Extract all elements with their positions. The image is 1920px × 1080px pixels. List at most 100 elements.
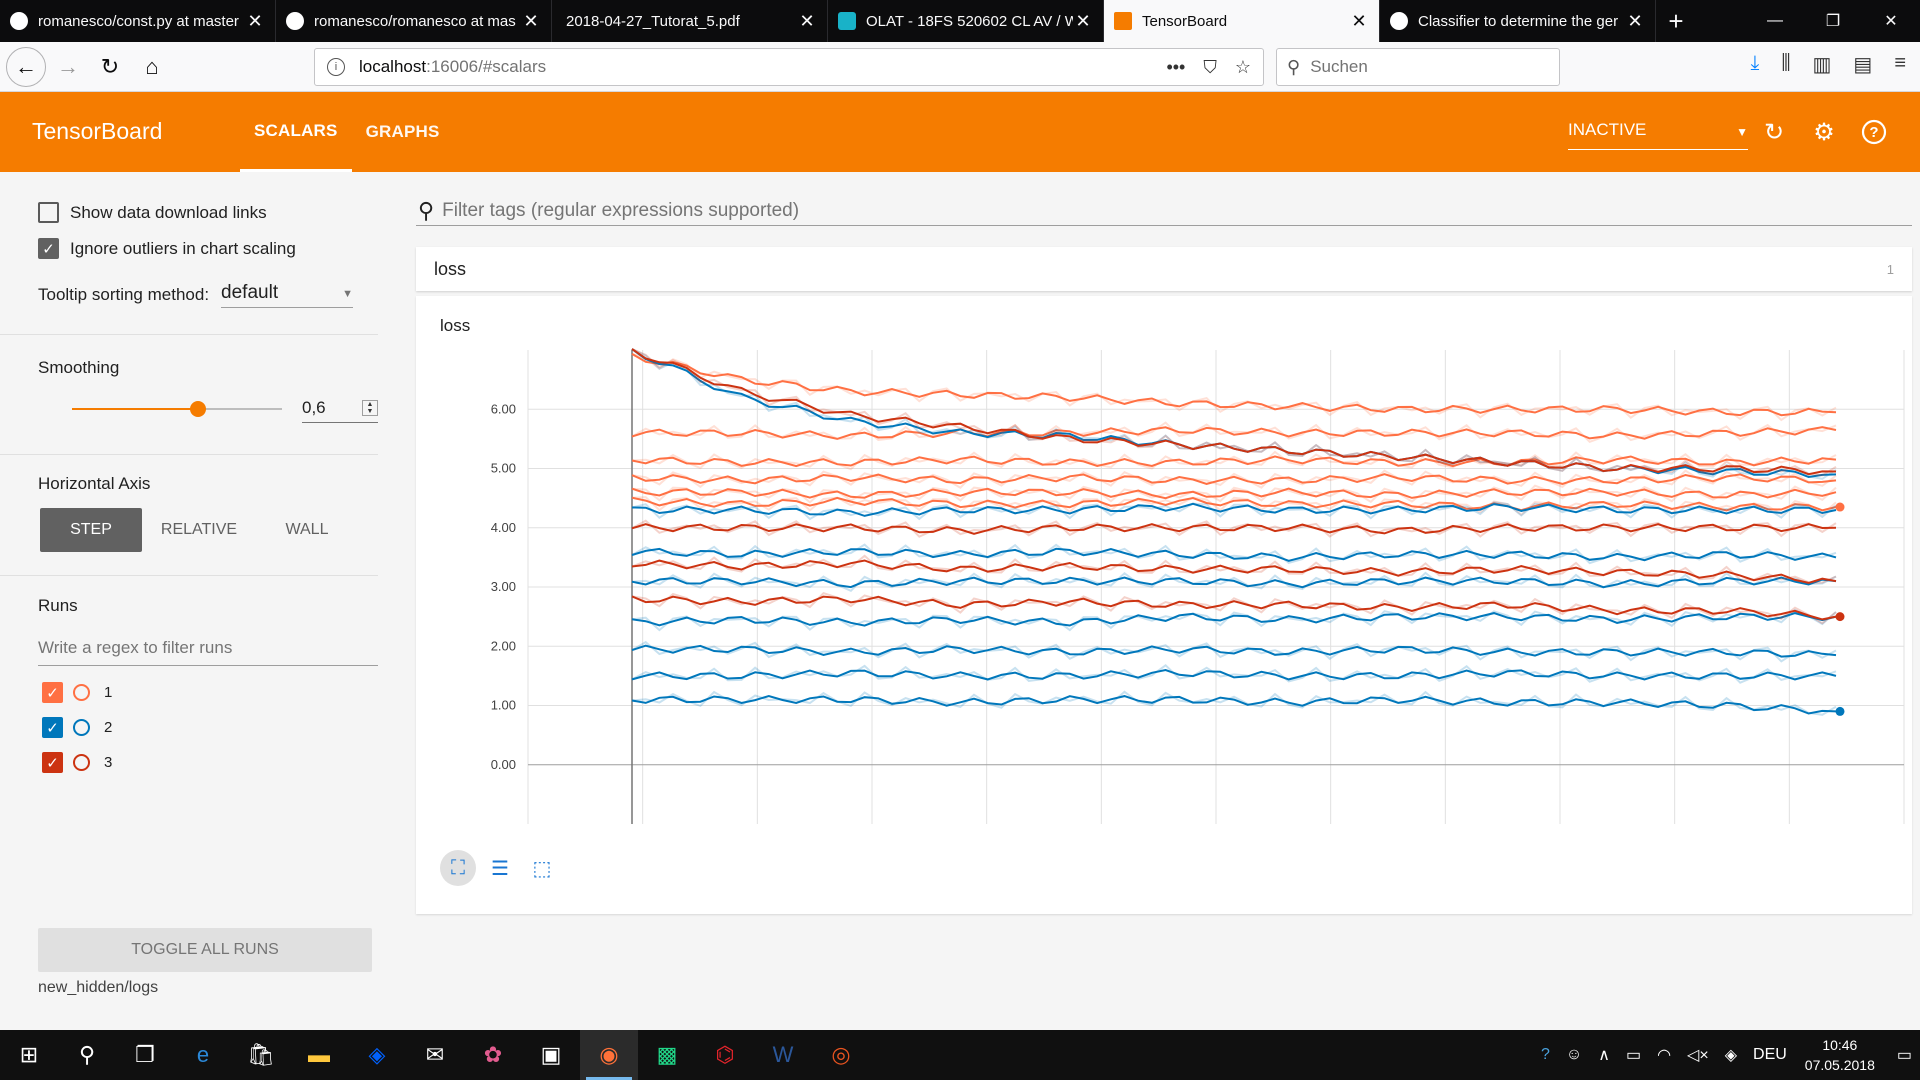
edge-icon[interactable]: e	[174, 1030, 232, 1080]
toggle-all-runs-button[interactable]: TOGGLE ALL RUNS	[38, 928, 372, 972]
browser-tab[interactable]: romanesco/const.py at master ✕	[0, 0, 276, 42]
browser-tab[interactable]: OLAT - 18FS 520602 CL AV / W ✕	[828, 0, 1104, 42]
task-view-icon[interactable]: ❐	[116, 1030, 174, 1080]
log-scale-icon[interactable]: ☰	[482, 850, 518, 886]
minimize-button[interactable]: —	[1746, 0, 1804, 42]
y-tick-label: 2.00	[491, 638, 516, 653]
browser-tab[interactable]: Classifier to determine the ger ✕	[1380, 0, 1656, 42]
dropbox-icon[interactable]: ◈	[348, 1030, 406, 1080]
reader-icon[interactable]: ▤	[1853, 52, 1872, 77]
browser-tab[interactable]: 2018-04-27_Tutorat_5.pdf ✕	[552, 0, 828, 42]
run-item[interactable]: ✓ 1	[42, 682, 112, 703]
help-icon[interactable]: ?	[1541, 1046, 1550, 1064]
star-icon[interactable]: ☆	[1235, 57, 1251, 78]
help-icon[interactable]: ?	[1860, 118, 1888, 146]
store-icon[interactable]: 🛍	[232, 1030, 290, 1080]
fit-domain-icon[interactable]: ⬚	[524, 850, 560, 886]
run-filter-input[interactable]: Write a regex to filter runs	[38, 638, 378, 666]
gear-icon[interactable]: ⚙	[1810, 118, 1838, 146]
tab-scalars[interactable]: SCALARS	[240, 92, 352, 172]
people-icon[interactable]: ☺	[1566, 1046, 1582, 1064]
smoothing-input[interactable]: 0,6 ▲ ▼	[302, 398, 378, 423]
horizontal-axis-label: Horizontal Axis	[38, 474, 151, 493]
notifications-icon[interactable]: ▭	[1897, 1045, 1912, 1065]
inactive-dropdown[interactable]: INACTIVE ▼	[1568, 120, 1748, 150]
divider	[0, 454, 378, 455]
run-item[interactable]: ✓ 2	[42, 717, 112, 738]
github-icon	[1390, 12, 1408, 30]
smoothing-slider[interactable]	[72, 401, 282, 417]
url-bar[interactable]: i localhost:16006/#scalars ••• ⛉ ☆	[314, 48, 1264, 86]
file-explorer-icon[interactable]: ▬	[290, 1030, 348, 1080]
close-icon[interactable]: ✕	[797, 11, 817, 32]
windows-start-icon[interactable]: ⊞	[0, 1030, 58, 1080]
browser-tab-active[interactable]: TensorBoard ✕	[1104, 0, 1380, 42]
word-icon[interactable]: W	[754, 1030, 812, 1080]
run-item[interactable]: ✓ 3	[42, 752, 112, 773]
close-icon[interactable]: ✕	[1073, 11, 1093, 32]
wifi-icon[interactable]: ◠	[1657, 1045, 1671, 1065]
download-icon[interactable]: ⤓	[1750, 52, 1759, 77]
axis-step-button[interactable]: STEP	[40, 508, 142, 552]
divider	[0, 334, 378, 335]
tab-graphs[interactable]: GRAPHS	[352, 92, 454, 172]
close-icon[interactable]: ✕	[245, 11, 265, 32]
pocket-icon[interactable]: ⛉	[1203, 57, 1217, 78]
browser-tab[interactable]: romanesco/romanesco at mas ✕	[276, 0, 552, 42]
show-download-links-checkbox[interactable]	[38, 202, 59, 223]
caret-down-icon: ▼	[1736, 125, 1748, 139]
clock[interactable]: 10:46 07.05.2018	[1805, 1035, 1875, 1075]
category-header[interactable]: loss 1	[416, 247, 1912, 291]
run-checkbox[interactable]: ✓	[42, 717, 63, 738]
dropbox-tray-icon[interactable]: ◈	[1725, 1045, 1737, 1065]
close-icon[interactable]: ✕	[1625, 11, 1645, 32]
battery-icon[interactable]: ▭	[1626, 1045, 1641, 1065]
paint-icon[interactable]: ✿	[464, 1030, 522, 1080]
show-download-links-option[interactable]: Show data download links	[38, 202, 267, 223]
more-icon[interactable]: •••	[1166, 57, 1185, 78]
ignore-outliers-option[interactable]: ✓ Ignore outliers in chart scaling	[38, 238, 296, 259]
close-icon[interactable]: ✕	[521, 11, 541, 32]
run-radio[interactable]	[73, 719, 90, 736]
ignore-outliers-checkbox[interactable]: ✓	[38, 238, 59, 259]
reload-button[interactable]: ↻	[90, 47, 130, 87]
run-checkbox[interactable]: ✓	[42, 682, 63, 703]
language-indicator[interactable]: DEU	[1753, 1046, 1787, 1064]
back-button[interactable]: ←	[6, 46, 46, 87]
volume-icon[interactable]: ◁×	[1687, 1045, 1709, 1065]
browser-tab-label: TensorBoard	[1142, 12, 1228, 30]
info-icon[interactable]: i	[327, 58, 345, 76]
menu-icon[interactable]: ≡	[1894, 52, 1906, 77]
fullscreen-icon[interactable]: ⛶	[440, 850, 476, 886]
sidebar-icon[interactable]: ▥	[1813, 52, 1832, 77]
axis-relative-button[interactable]: RELATIVE	[148, 508, 250, 552]
firefox-icon[interactable]: ◉	[580, 1030, 638, 1080]
run-radio[interactable]	[73, 754, 90, 771]
close-icon[interactable]: ✕	[1349, 11, 1369, 32]
new-tab-button[interactable]: +	[1656, 0, 1696, 42]
acrobat-icon[interactable]: ⌬	[696, 1030, 754, 1080]
spinner-icon[interactable]: ▲ ▼	[362, 400, 378, 416]
library-icon[interactable]: ⫼	[1781, 52, 1790, 77]
run-radio[interactable]	[73, 684, 90, 701]
forward-button[interactable]: →	[48, 47, 88, 87]
mail-icon[interactable]: ✉	[406, 1030, 464, 1080]
sticky-notes-icon[interactable]: ▣	[522, 1030, 580, 1080]
tooltip-sorting-select[interactable]: default ▼	[221, 282, 354, 308]
restore-button[interactable]: ❐	[1804, 0, 1862, 42]
loss-chart[interactable]: 6.00 5.00 4.00 3.00 2.00 1.00 0.00	[416, 296, 1912, 836]
chevron-up-icon[interactable]: ∧	[1598, 1045, 1610, 1065]
y-tick-label: 0.00	[491, 757, 516, 772]
reload-icon[interactable]: ↻	[1760, 118, 1788, 146]
pycharm-icon[interactable]: ▩	[638, 1030, 696, 1080]
ubuntu-icon[interactable]: ◎	[812, 1030, 870, 1080]
search-icon[interactable]: ⚲	[58, 1030, 116, 1080]
home-button[interactable]: ⌂	[132, 47, 172, 87]
close-window-button[interactable]: ✕	[1862, 0, 1920, 42]
y-tick-label: 5.00	[491, 461, 516, 476]
search-input[interactable]: ⚲ Suchen	[1276, 48, 1560, 86]
smoothing-slider-knob[interactable]	[190, 401, 206, 417]
axis-wall-button[interactable]: WALL	[256, 508, 358, 552]
run-checkbox[interactable]: ✓	[42, 752, 63, 773]
tag-filter-input[interactable]: ⚲ Filter tags (regular expressions suppo…	[416, 196, 1912, 226]
